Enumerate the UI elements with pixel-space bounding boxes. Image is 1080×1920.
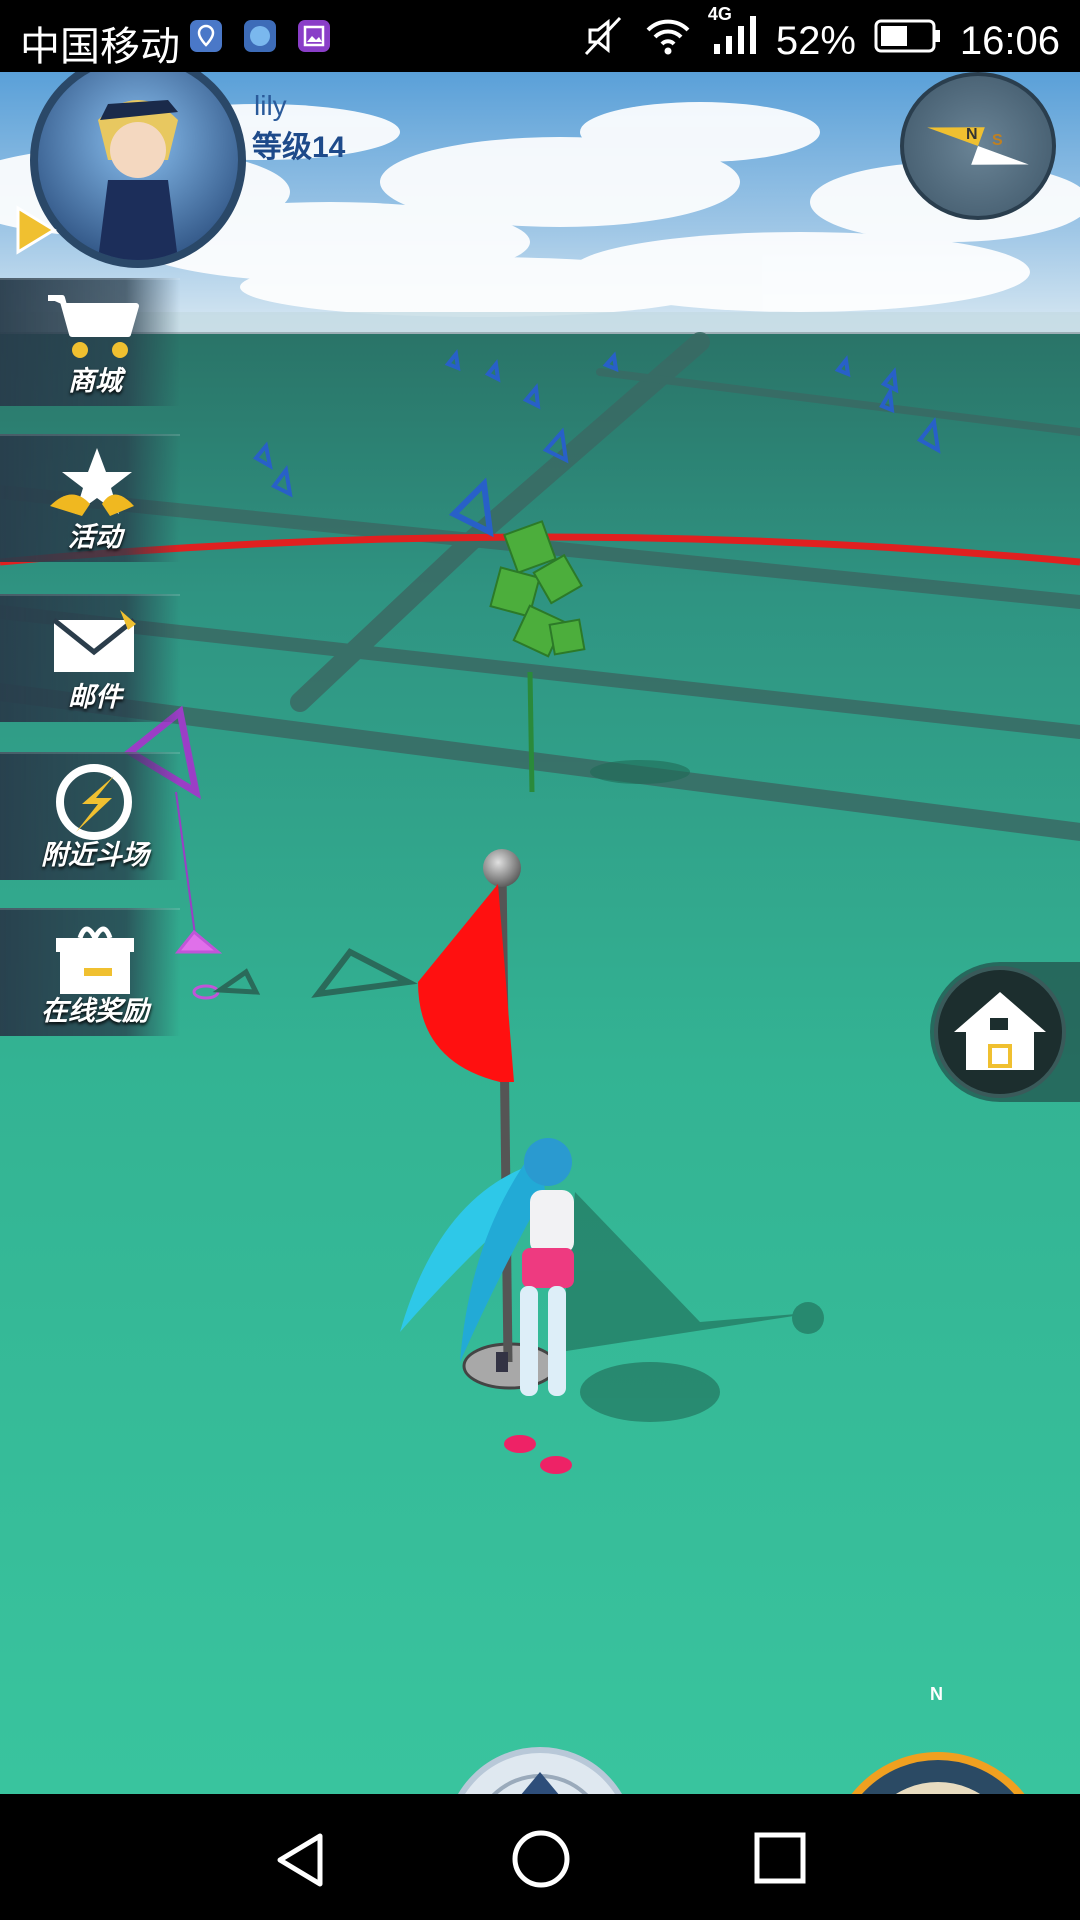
home-button[interactable] bbox=[930, 962, 1080, 1102]
events-label: 活动 bbox=[68, 522, 122, 552]
online-reward-button[interactable]: 在线奖励 bbox=[0, 908, 180, 1036]
clock: 16:06 bbox=[959, 18, 1060, 63]
signal-icon: 4G bbox=[708, 4, 758, 68]
back-triangle-icon bbox=[277, 1833, 323, 1887]
gift-icon bbox=[56, 926, 134, 994]
home-icon bbox=[954, 992, 1046, 1070]
mute-icon bbox=[582, 14, 626, 68]
nearby-arena-label: 附近斗场 bbox=[41, 840, 149, 870]
home-nav-button[interactable] bbox=[510, 1828, 572, 1895]
shop-button[interactable]: 商城 bbox=[0, 278, 180, 406]
battery-percent: 52% bbox=[775, 18, 856, 63]
status-bar: 中国移动 4G 52% 16:06 bbox=[0, 0, 1080, 72]
compass[interactable]: N S bbox=[900, 72, 1056, 220]
compass-south-label: S bbox=[992, 132, 1003, 149]
lightning-arena-icon bbox=[56, 764, 132, 840]
wifi-icon bbox=[644, 14, 692, 68]
mail-icon bbox=[52, 610, 136, 672]
player-level: 等级14 bbox=[252, 131, 346, 164]
recents-square-icon bbox=[754, 1832, 806, 1884]
star-icon bbox=[50, 448, 134, 516]
mail-label: 邮件 bbox=[68, 682, 122, 712]
online-reward-label: 在线奖励 bbox=[41, 996, 149, 1026]
heart-app-icon bbox=[244, 20, 276, 52]
network-type-label: 4G bbox=[707, 4, 732, 24]
events-button[interactable]: 活动 bbox=[0, 434, 180, 562]
back-button[interactable] bbox=[270, 1830, 330, 1895]
navigation-bar bbox=[0, 1794, 1080, 1920]
mail-button[interactable]: 邮件 bbox=[0, 594, 180, 722]
expand-arrow-icon[interactable] bbox=[8, 202, 58, 258]
cart-icon bbox=[48, 295, 139, 358]
game-view[interactable]: lily 等级14 N S 商城 活动 邮件 附近斗场 在线奖励 N bbox=[0, 72, 1080, 1794]
gallery-app-icon bbox=[298, 20, 330, 52]
compass-north-label: N bbox=[966, 126, 978, 143]
location-app-icon bbox=[190, 20, 222, 52]
recents-button[interactable] bbox=[752, 1830, 808, 1891]
carrier-label: 中国移动 bbox=[20, 25, 180, 69]
minimap-north-label: N bbox=[930, 1684, 943, 1704]
player-name: lily bbox=[254, 90, 287, 121]
home-circle-icon bbox=[512, 1830, 570, 1888]
battery-icon bbox=[874, 18, 942, 64]
shop-label: 商城 bbox=[68, 366, 122, 396]
nearby-arena-button[interactable]: 附近斗场 bbox=[0, 752, 180, 880]
